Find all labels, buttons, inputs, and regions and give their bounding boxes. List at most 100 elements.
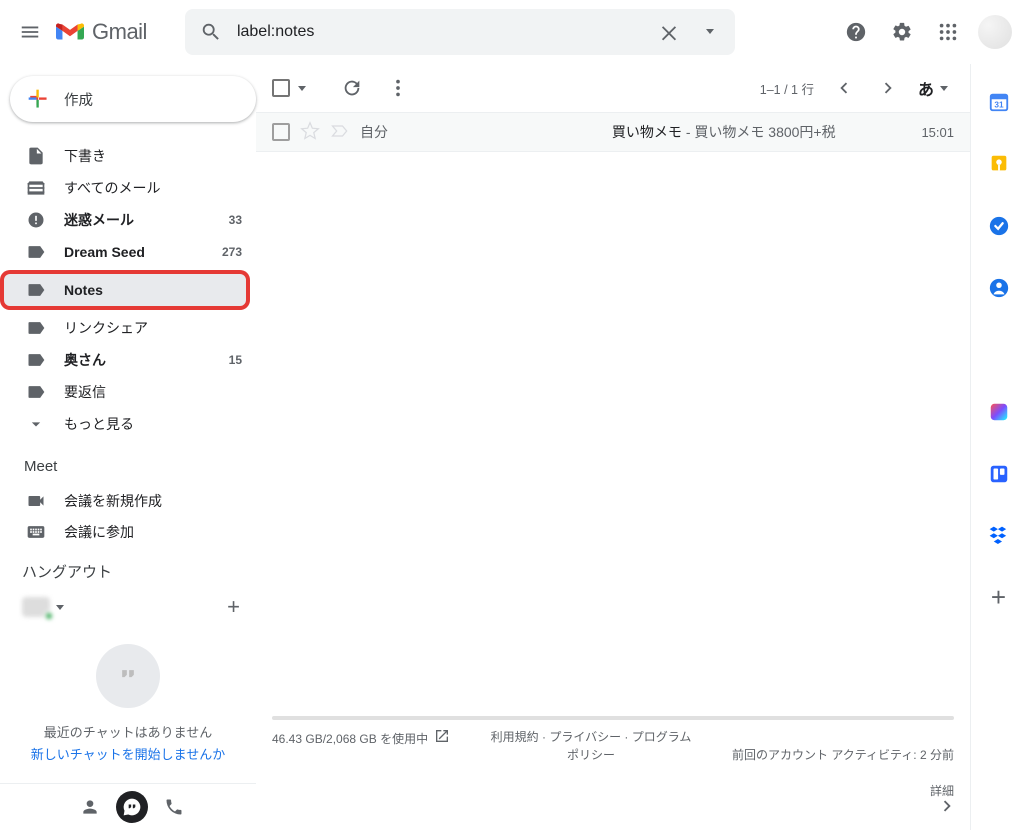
main-pane: 1–1 / 1 行 あ 自分買い物メモ - 買い物メモ 3800円+税15:01… xyxy=(256,64,970,830)
meet-join-label: 会議に参加 xyxy=(64,522,134,542)
sidebar: 作成 下書きすべてのメール迷惑メール33Dream Seed273Notesリン… xyxy=(0,64,256,830)
search-clear-button[interactable] xyxy=(649,12,689,52)
refresh-icon xyxy=(341,77,363,99)
sidebar-item-7[interactable]: 要返信 xyxy=(0,376,256,408)
message-list: 自分買い物メモ - 買い物メモ 3800円+税15:01 xyxy=(256,112,970,152)
input-tools-label: あ xyxy=(918,76,934,100)
sidebar-item-label: もっと見る xyxy=(64,414,242,434)
gmail-m-icon xyxy=(56,21,84,43)
storage-text-wrap: 46.43 GB/2,068 GB を使用中 xyxy=(272,728,450,749)
compose-plus-icon xyxy=(24,85,52,113)
sidebar-item-8[interactable]: もっと見る xyxy=(0,408,256,440)
gear-icon xyxy=(891,21,913,43)
message-row[interactable]: 自分買い物メモ - 買い物メモ 3800円+税15:01 xyxy=(256,112,970,152)
star-button[interactable] xyxy=(300,121,320,144)
close-icon xyxy=(658,21,680,43)
sidebar-item-label: Notes xyxy=(64,282,236,298)
caret-down-icon xyxy=(940,86,948,91)
stack-icon xyxy=(26,178,46,198)
side-panel-collapse-button[interactable] xyxy=(936,795,958,820)
rail-dropbox[interactable] xyxy=(979,516,1019,556)
message-subject: 買い物メモ - 買い物メモ 3800円+税 xyxy=(526,122,921,142)
storage-text: 46.43 GB/2,068 GB を使用中 xyxy=(272,730,428,748)
rail-get-addons[interactable]: + xyxy=(991,582,1006,613)
rail-trello[interactable] xyxy=(979,454,1019,494)
apps-launcher-button[interactable] xyxy=(926,10,970,54)
pager-prev-button[interactable] xyxy=(824,68,864,108)
support-button[interactable] xyxy=(834,10,878,54)
chevron-right-icon xyxy=(877,77,899,99)
rail-contacts[interactable] xyxy=(979,268,1019,308)
tab-contacts[interactable] xyxy=(70,787,110,827)
more-button[interactable] xyxy=(378,68,418,108)
sidebar-item-count: 273 xyxy=(222,245,242,259)
search-input[interactable] xyxy=(231,23,649,41)
footer-policy-links[interactable]: 利用規約 · プライバシー · プログラム ポリシー xyxy=(490,728,692,764)
footer-activity-details-link[interactable]: 詳細 xyxy=(732,782,954,800)
keyboard-icon xyxy=(26,522,46,542)
rail-calendar[interactable]: 31 xyxy=(979,82,1019,122)
label-icon xyxy=(26,382,46,402)
video-icon xyxy=(26,491,46,511)
main-menu-button[interactable] xyxy=(8,10,52,54)
label-icon xyxy=(26,318,46,338)
chevron-left-icon xyxy=(833,77,855,99)
refresh-button[interactable] xyxy=(332,68,372,108)
meet-new-meeting[interactable]: 会議を新規作成 xyxy=(0,485,256,516)
gmail-logo[interactable]: Gmail xyxy=(56,19,147,45)
meet-section-header: Meet xyxy=(0,440,256,485)
compose-button[interactable]: 作成 xyxy=(10,76,256,122)
meet-new-label: 会議を新規作成 xyxy=(64,491,162,511)
sidebar-item-count: 15 xyxy=(229,353,242,367)
label-icon xyxy=(26,280,46,300)
keep-icon xyxy=(988,153,1010,175)
user-chip xyxy=(22,597,50,617)
sidebar-item-2[interactable]: 迷惑メール33 xyxy=(0,204,256,236)
sidebar-item-1[interactable]: すべてのメール xyxy=(0,172,256,204)
search-button[interactable] xyxy=(191,12,231,52)
rail-addon-1[interactable] xyxy=(979,392,1019,432)
hangouts-current-user[interactable]: + xyxy=(0,588,256,624)
sidebar-item-4[interactable]: Notes xyxy=(0,270,250,310)
app-body: 作成 下書きすべてのメール迷惑メール33Dream Seed273Notesリン… xyxy=(0,64,1026,830)
svg-text:31: 31 xyxy=(994,101,1004,110)
caret-down-icon xyxy=(56,605,64,610)
search-options-button[interactable] xyxy=(689,12,729,52)
meet-join-meeting[interactable]: 会議に参加 xyxy=(0,516,256,547)
caret-down-icon xyxy=(706,29,714,34)
tab-hangouts[interactable] xyxy=(116,791,148,823)
tab-phone[interactable] xyxy=(154,787,194,827)
list-toolbar: 1–1 / 1 行 あ xyxy=(256,64,970,112)
input-tools-button[interactable]: あ xyxy=(912,76,954,100)
select-dropdown-button[interactable] xyxy=(298,86,306,91)
account-avatar[interactable] xyxy=(978,15,1012,49)
storage-bar xyxy=(272,716,954,720)
presence-dot xyxy=(44,611,54,621)
hangouts-start-chat-link[interactable]: 新しいチャットを開始しませんか xyxy=(31,744,225,763)
sidebar-item-6[interactable]: 奥さん15 xyxy=(0,344,256,376)
footer: 46.43 GB/2,068 GB を使用中 利用規約 · プライバシー · プ… xyxy=(256,710,970,830)
footer-activity: 前回のアカウント アクティビティ: 2 分前 詳細 xyxy=(732,728,954,818)
sidebar-item-5[interactable]: リンクシェア xyxy=(0,312,256,344)
message-checkbox[interactable] xyxy=(272,123,290,141)
rail-keep[interactable] xyxy=(979,144,1019,184)
hangouts-section: ハングアウト xyxy=(0,547,256,588)
sidebar-item-label: リンクシェア xyxy=(64,318,242,338)
calendar-icon: 31 xyxy=(988,91,1010,113)
message-sender: 自分 xyxy=(350,122,526,142)
settings-button[interactable] xyxy=(880,10,924,54)
tasks-icon xyxy=(988,215,1010,237)
important-marker[interactable] xyxy=(330,121,350,144)
sidebar-item-label: Dream Seed xyxy=(64,244,222,260)
select-all-checkbox[interactable] xyxy=(272,79,290,97)
rail-tasks[interactable] xyxy=(979,206,1019,246)
pager-next-button[interactable] xyxy=(868,68,908,108)
open-external-icon[interactable] xyxy=(434,728,450,749)
app-header: Gmail xyxy=(0,0,1026,64)
hangouts-icon xyxy=(96,644,160,708)
footer-activity-line1: 前回のアカウント アクティビティ: 2 分前 xyxy=(732,746,954,764)
hangouts-new-chat-button[interactable]: + xyxy=(227,594,240,620)
sidebar-item-0[interactable]: 下書き xyxy=(0,140,256,172)
sidebar-item-label: すべてのメール xyxy=(64,178,242,198)
sidebar-item-3[interactable]: Dream Seed273 xyxy=(0,236,256,268)
